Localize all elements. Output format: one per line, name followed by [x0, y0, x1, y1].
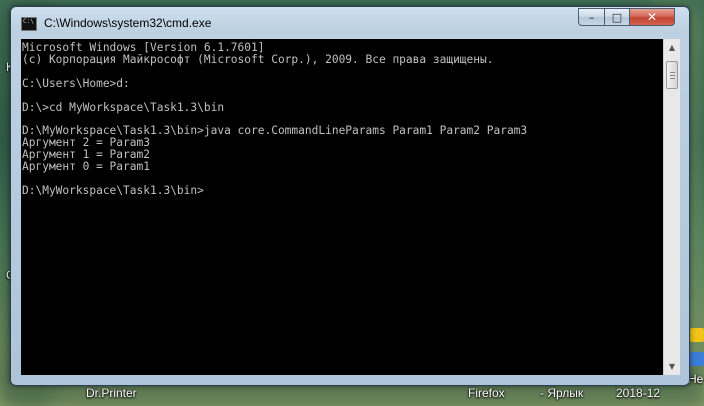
minimize-button[interactable]: –	[578, 8, 605, 26]
scrollbar-thumb[interactable]	[666, 61, 678, 89]
console-line: Аргумент 0 = Param1	[22, 160, 150, 174]
scroll-down-arrow-icon[interactable]: ▼	[664, 358, 680, 375]
console-text: Microsoft Windows [Version 6.1.7601] (c)…	[21, 39, 663, 197]
scroll-up-arrow-icon[interactable]: ▲	[664, 39, 680, 56]
desktop-folder-icon[interactable]	[690, 328, 704, 342]
close-button[interactable]: ✕	[629, 8, 675, 26]
vertical-scrollbar[interactable]: ▲ ▼	[663, 39, 680, 375]
console-output[interactable]: Microsoft Windows [Version 6.1.7601] (c)…	[21, 39, 663, 375]
console-line: C:\Users\Home>d:	[22, 76, 130, 90]
cmd-window[interactable]: C:\Windows\system32\cmd.exe – □ ✕ Micros…	[10, 6, 690, 386]
cmd-app-icon[interactable]	[21, 17, 37, 31]
window-title: C:\Windows\system32\cmd.exe	[44, 16, 212, 30]
desktop-icon-shortcut[interactable]: - Ярлык	[540, 386, 583, 400]
console-line: D:\>cd MyWorkspace\Task1.3\bin	[22, 100, 225, 114]
console-line: D:\MyWorkspace\Task1.3\bin>	[22, 183, 204, 197]
desktop-icon-firefox[interactable]: Firefox	[468, 386, 505, 400]
title-bar[interactable]: C:\Windows\system32\cmd.exe – □ ✕	[11, 7, 689, 37]
desktop-icon-dr-printer[interactable]: Dr.Printer	[86, 386, 137, 400]
desktop-label-ne[interactable]: Не	[688, 372, 703, 386]
desktop-shortcut-icon[interactable]	[690, 352, 704, 366]
maximize-button[interactable]: □	[604, 8, 630, 26]
console-line: (c) Корпорация Майкрософт (Microsoft Cor…	[22, 52, 494, 66]
desktop-icon-date-folder[interactable]: 2018-12	[616, 386, 660, 400]
